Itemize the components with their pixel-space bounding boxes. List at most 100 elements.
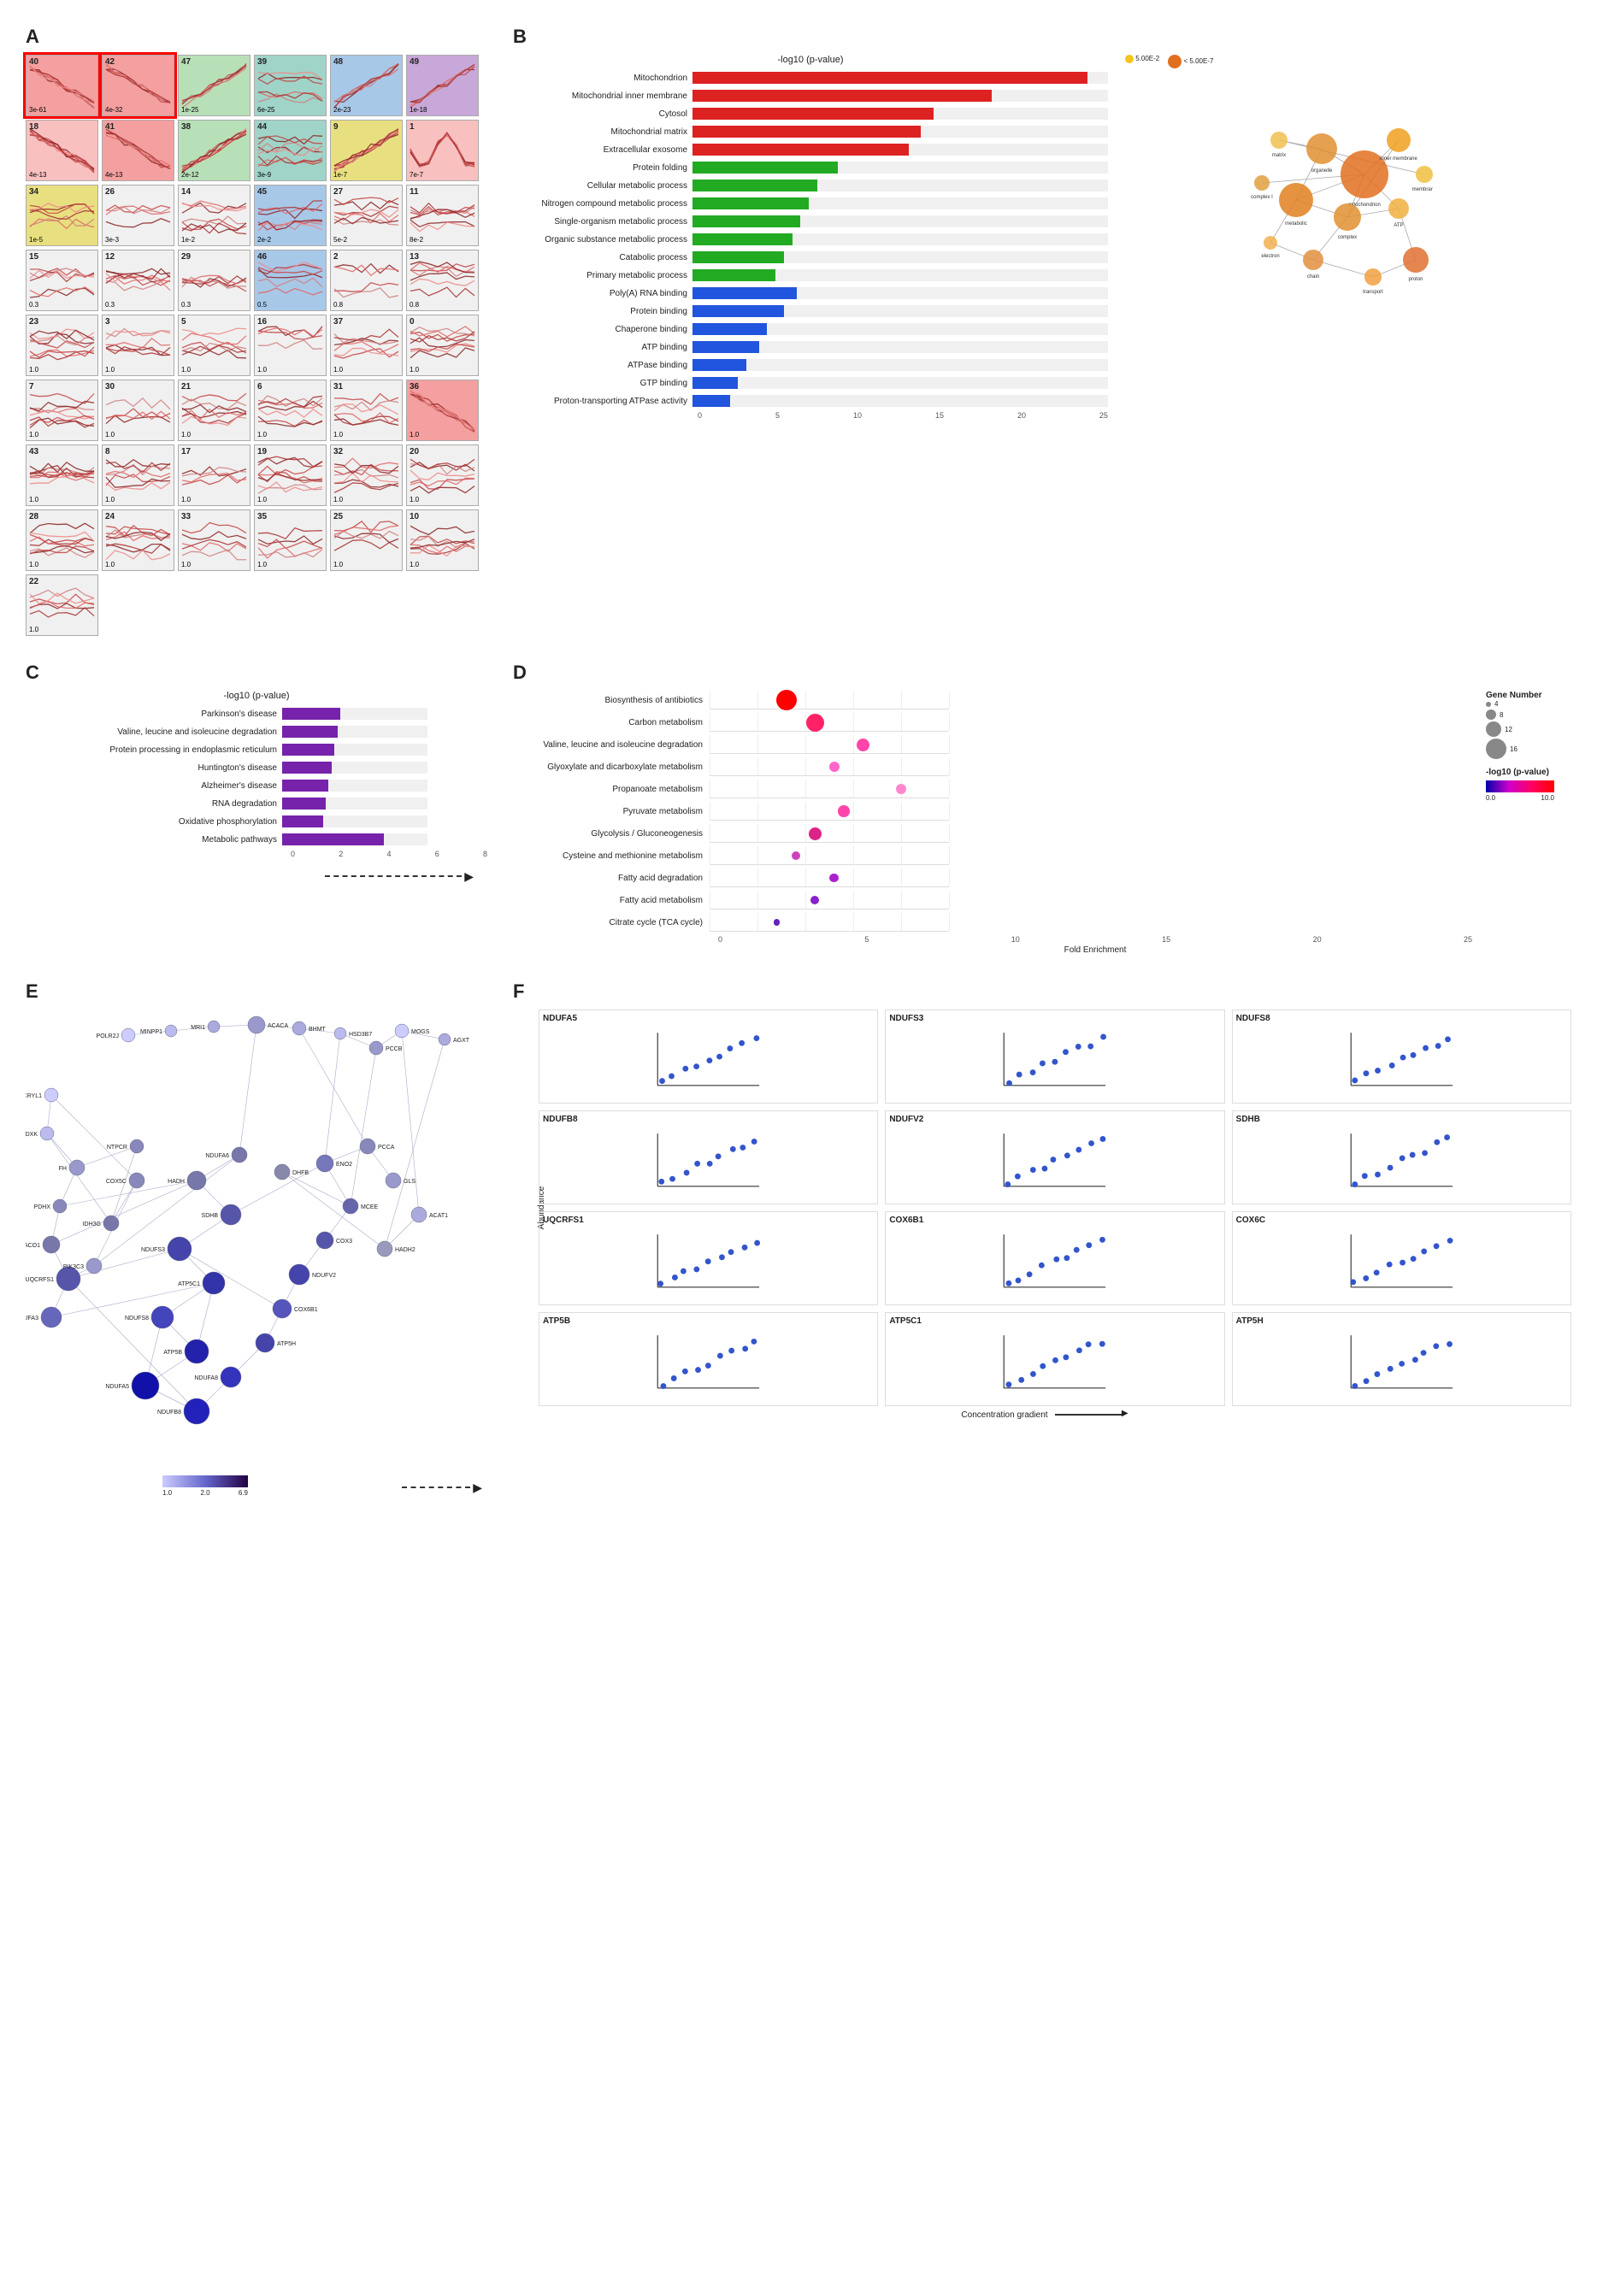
cluster-pval: 1.0 — [105, 431, 115, 439]
b-bar-track — [692, 377, 1108, 389]
b-bar-track — [692, 323, 1108, 335]
cluster-num: 41 — [105, 122, 115, 132]
f-scatter-dot — [669, 1074, 675, 1080]
panel-c: C -log10 (p-value) Parkinson's diseaseVa… — [17, 653, 496, 963]
e-network-node-label: PIK3C3 — [63, 1264, 84, 1270]
f-scatter-dot — [1399, 1361, 1405, 1367]
e-network-node-label: FH — [59, 1166, 67, 1172]
c-bar-track — [282, 762, 427, 774]
e-network-node — [103, 1216, 119, 1231]
b-bar-fill — [692, 287, 797, 299]
f-scatter-dot — [707, 1161, 713, 1167]
cluster-num: 0 — [410, 317, 415, 327]
e-network-node — [221, 1204, 241, 1225]
b-bar-fill — [692, 359, 746, 371]
network-node — [1270, 132, 1288, 149]
cluster-num: 6 — [257, 382, 262, 391]
f-scatter-dot — [1409, 1152, 1415, 1158]
f-scatter-dot — [1387, 1165, 1393, 1171]
f-scatter-dot — [682, 1369, 688, 1375]
c-bar-track — [282, 726, 427, 738]
cluster-cell-5: 51.0 — [178, 315, 250, 376]
b-network-svg: mitochondrionorganelleinner membranemeta… — [1125, 72, 1433, 362]
network-node-label: proton — [1408, 277, 1423, 282]
cluster-cell-20: 201.0 — [406, 444, 479, 506]
cluster-cell-23: 231.0 — [26, 315, 98, 376]
b-bar-track — [692, 72, 1108, 84]
cluster-pval: 1e-5 — [29, 236, 43, 244]
b-bar-track — [692, 233, 1108, 245]
b-bar-fill — [692, 305, 784, 317]
network-node-label: electron — [1261, 254, 1279, 259]
e-network-node-label: ATP5C1 — [178, 1281, 200, 1287]
cluster-pval: 5e-2 — [333, 236, 347, 244]
cluster-num: 13 — [410, 252, 419, 262]
cluster-num: 34 — [29, 187, 38, 197]
cluster-cell-6: 61.0 — [254, 380, 327, 441]
b-bar-label: Primary metabolic process — [513, 271, 692, 280]
c-bar-label: Metabolic pathways — [26, 835, 282, 845]
b-bar-track — [692, 126, 1108, 138]
cluster-num: 26 — [105, 187, 115, 197]
b-bar-row: Mitochondrial matrix — [513, 124, 1108, 139]
f-scatter-dot — [1435, 1043, 1441, 1049]
c-bar-fill — [282, 708, 340, 720]
c-bar-row: Huntington's disease — [26, 760, 487, 775]
e-network-node — [377, 1241, 392, 1257]
e-network-node — [129, 1173, 144, 1188]
b-bar-row: Chaperone binding — [513, 321, 1108, 337]
c-bar-label: Protein processing in endoplasmic reticu… — [26, 745, 282, 755]
cluster-num: 2 — [333, 252, 339, 262]
network-node — [1403, 247, 1429, 273]
f-scatter-dot — [1387, 1366, 1393, 1372]
c-bar-track — [282, 798, 427, 809]
f-scatter-cell: COX6C — [1232, 1211, 1571, 1305]
d-dot-row: Fatty acid metabolism — [513, 891, 1472, 910]
b-bar-row: Protein folding — [513, 160, 1108, 175]
f-scatter-dot — [684, 1169, 690, 1175]
f-scatter-dot — [717, 1353, 723, 1359]
d-dot-label: Glycolysis / Gluconeogenesis — [513, 829, 710, 839]
cluster-pval: 1.0 — [333, 561, 343, 568]
b-bar-fill — [692, 108, 934, 120]
cluster-num: 28 — [29, 512, 38, 521]
b-bar-track — [692, 144, 1108, 156]
f-scatter-svg — [889, 1025, 1220, 1093]
f-scatter-dot — [751, 1339, 757, 1345]
e-network-node — [334, 1027, 346, 1039]
d-legend-size-row: 8 — [1486, 709, 1571, 720]
b-bar-label: Poly(A) RNA binding — [513, 289, 692, 298]
b-bar-label: Mitochondrion — [513, 74, 692, 83]
network-node-label: inner membrane — [1380, 156, 1417, 162]
f-scatter-dot — [1087, 1242, 1093, 1248]
f-scatter-dot — [1039, 1263, 1045, 1269]
d-dot-track — [710, 913, 949, 932]
cluster-num: 37 — [333, 317, 343, 327]
f-scatter-svg — [543, 1227, 874, 1295]
network-node — [1334, 203, 1361, 231]
b-bar-label: Protein folding — [513, 163, 692, 173]
c-bar-label: Alzheimer's disease — [26, 781, 282, 791]
f-scatter-dot — [1063, 1049, 1069, 1055]
e-network-node — [44, 1088, 58, 1102]
f-scatter-dot — [1445, 1036, 1451, 1042]
b-bar-track — [692, 305, 1108, 317]
d-legend-size-label: 4 — [1494, 700, 1498, 708]
b-bar-label: Mitochondrial inner membrane — [513, 91, 692, 101]
cluster-cell-13: 130.8 — [406, 250, 479, 311]
f-scatter-svg — [889, 1227, 1220, 1295]
d-legend-size-row: 4 — [1486, 700, 1571, 708]
f-scatter-dot — [693, 1266, 699, 1272]
e-network-node-label: MCEE — [361, 1204, 379, 1210]
d-dot-row: Carbon metabolism — [513, 713, 1472, 732]
f-scatter-dot — [1399, 1155, 1405, 1161]
cluster-pval: 1.0 — [29, 366, 38, 374]
b-bar-fill — [692, 126, 921, 138]
cluster-num: 27 — [333, 187, 343, 197]
d-dot-circle — [838, 805, 850, 817]
b-bar-fill — [692, 180, 817, 191]
b-bar-track — [692, 359, 1108, 371]
e-network-node-label: NTPCR — [107, 1145, 127, 1151]
e-network-node-label: ATP5B — [163, 1350, 182, 1356]
c-bar-row: Protein processing in endoplasmic reticu… — [26, 742, 487, 757]
